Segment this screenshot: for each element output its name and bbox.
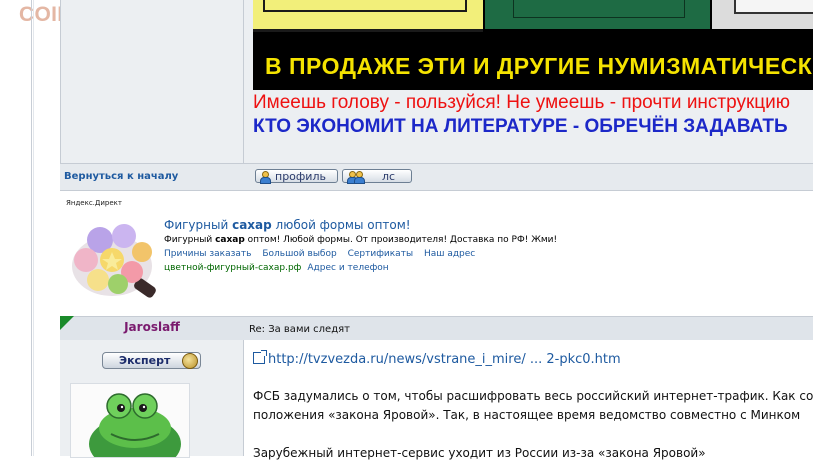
user-avatar[interactable] bbox=[70, 383, 190, 458]
post-link[interactable]: http://tvzvezda.ru/news/vstrane_i_mire/ … bbox=[253, 350, 621, 367]
yandex-direct-label[interactable]: Яндекс.Директ bbox=[66, 199, 122, 207]
post-author-name[interactable]: Jaroslaff bbox=[62, 320, 242, 334]
ad-sitelink[interactable]: Сертификаты bbox=[348, 249, 413, 259]
left-gutter-line-inner bbox=[33, 0, 34, 456]
ad-description: Фигурный сахар оптом! Любой формы. От пр… bbox=[164, 235, 558, 245]
private-message-button[interactable]: лс bbox=[342, 169, 412, 184]
banner-white-panel bbox=[712, 0, 813, 29]
advert-banner-image[interactable]: В ПРОДАЖЕ ЭТИ И ДРУГИЕ НУМИЗМАТИЧЕСКИЕ bbox=[253, 0, 813, 90]
ad-sitelink[interactable]: Причины заказать bbox=[164, 249, 251, 259]
medal-icon bbox=[182, 353, 198, 369]
post-column-divider bbox=[243, 0, 244, 190]
user-icon bbox=[258, 170, 272, 184]
ad-address-link[interactable]: Адрес и телефон bbox=[307, 263, 388, 273]
banner-yellow-panel bbox=[253, 0, 483, 32]
external-link-icon bbox=[253, 350, 267, 364]
post-title: Re: За вами следят bbox=[249, 324, 350, 335]
users-icon bbox=[345, 170, 367, 184]
ad-sitelink[interactable]: Наш адрес bbox=[424, 249, 475, 259]
post-footer-row: Вернуться к началу профиль лс bbox=[60, 163, 813, 191]
post-text-line: положения «закона Яровой». Так, в настоя… bbox=[253, 408, 801, 422]
user-rank-badge: Эксперт bbox=[102, 352, 201, 369]
banner-text: В ПРОДАЖЕ ЭТИ И ДРУГИЕ НУМИЗМАТИЧЕСКИЕ bbox=[265, 53, 813, 79]
post-text-line: Зарубежный интернет-сервис уходит из Рос… bbox=[253, 446, 706, 460]
back-to-top-link[interactable]: Вернуться к началу bbox=[64, 171, 178, 182]
left-gutter-line bbox=[31, 0, 32, 456]
sugar-candy-image[interactable] bbox=[68, 216, 158, 302]
banner-green-panel bbox=[485, 0, 710, 29]
signature-blue-line: КТО ЭКОНОМИТ НА ЛИТЕРАТУРЕ - ОБРЕЧЁН ЗАД… bbox=[253, 116, 788, 137]
pm-button-label: лс bbox=[382, 169, 396, 183]
profile-button-label: профиль bbox=[275, 169, 326, 183]
ad-domain-link[interactable]: цветной-фигурный-сахар.рф bbox=[164, 263, 301, 273]
ad-domain: цветной-фигурный-сахар.рф Адрес и телефон bbox=[164, 263, 389, 273]
profile-button[interactable]: профиль bbox=[255, 169, 338, 184]
post-text-line: ФСБ задумались о том, чтобы расшифровать… bbox=[253, 389, 813, 403]
ad-sitelinks: Причины заказать Большой выбор Сертифика… bbox=[164, 249, 483, 259]
ad-sitelink[interactable]: Большой выбор bbox=[262, 249, 336, 259]
signature-red-line: Имеешь голову - пользуйся! Не умеешь - п… bbox=[253, 92, 791, 113]
ad-title-link[interactable]: Фигурный сахар любой формы оптом! bbox=[164, 218, 411, 232]
